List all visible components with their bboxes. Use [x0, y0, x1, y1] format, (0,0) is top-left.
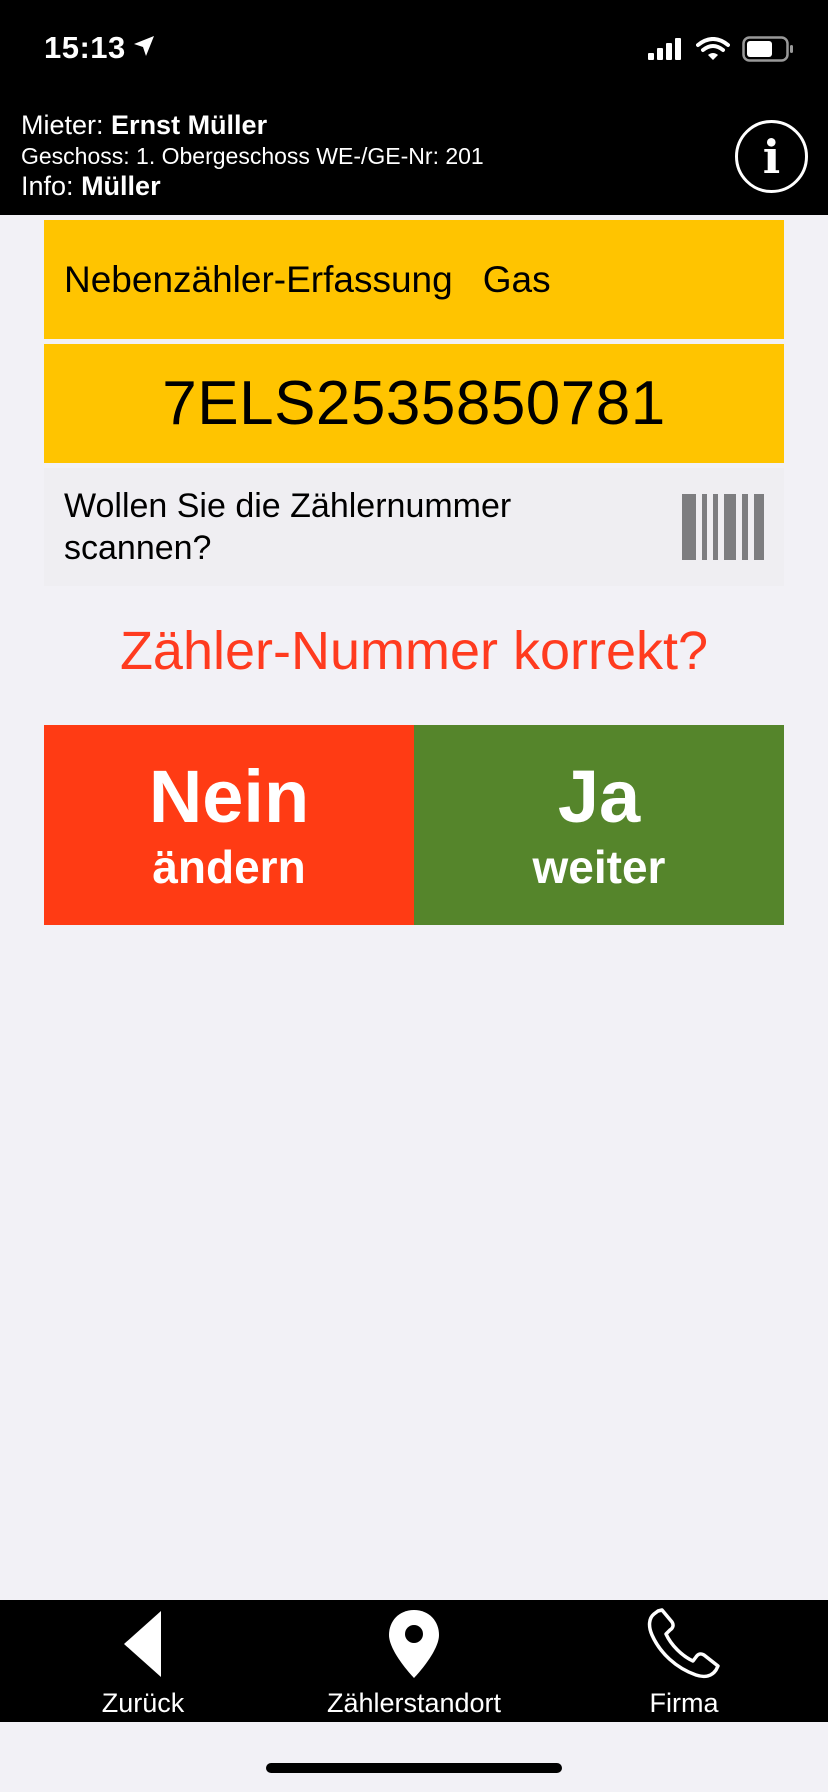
- meter-title: Nebenzähler-Erfassung: [64, 258, 453, 300]
- status-time-group: 15:13: [44, 30, 156, 66]
- signal-icon: [648, 38, 684, 65]
- back-triangle-icon: [121, 1605, 165, 1683]
- tab-company[interactable]: Firma: [546, 1605, 822, 1720]
- scan-prompt-text: Wollen Sie die Zählernummer scannen?: [64, 487, 512, 567]
- battery-icon: [742, 36, 794, 67]
- tenant-label: Mieter:: [21, 110, 104, 140]
- tab-back-label: Zurück: [101, 1688, 185, 1718]
- meter-title-card: Nebenzähler-Erfassung Gas: [44, 220, 784, 339]
- yes-continue-button[interactable]: Ja weiter: [414, 725, 784, 925]
- info-value: Müller: [81, 171, 161, 201]
- home-indicator[interactable]: [266, 1763, 562, 1773]
- tab-back[interactable]: Zurück: [5, 1605, 281, 1720]
- question-text: Zähler-Nummer korrekt?: [119, 621, 709, 681]
- map-pin-icon: [387, 1605, 441, 1683]
- status-icons: [648, 36, 794, 67]
- meter-type: Gas: [482, 258, 551, 300]
- yes-button-sublabel: weiter: [532, 841, 666, 893]
- info-label: Info:: [21, 171, 74, 201]
- no-change-button[interactable]: Nein ändern: [44, 725, 414, 925]
- wifi-icon: [696, 37, 730, 66]
- no-button-sublabel: ändern: [152, 841, 306, 893]
- yes-button-label: Ja: [557, 755, 641, 838]
- meter-number-card: 7ELS2535850781: [44, 344, 784, 463]
- tab-meter-location[interactable]: Zählerstandort: [276, 1605, 552, 1720]
- tab-company-label: Firma: [649, 1688, 719, 1718]
- floor-line: Geschoss: 1. Obergeschoss WE-/GE-Nr: 201: [21, 143, 484, 169]
- location-arrow-icon: [132, 30, 156, 66]
- no-button-label: Nein: [148, 755, 310, 838]
- info-line: Info: Müller: [21, 171, 161, 202]
- status-time: 15:13: [44, 30, 126, 65]
- info-icon: i: [762, 129, 781, 184]
- tab-meter-location-label: Zählerstandort: [326, 1688, 502, 1718]
- info-button[interactable]: i: [735, 120, 808, 193]
- barcode-icon[interactable]: [682, 494, 764, 560]
- scan-prompt-row[interactable]: Wollen Sie die Zählernummer scannen?: [44, 468, 784, 586]
- meter-number: 7ELS2535850781: [162, 369, 666, 438]
- tenant-line: Mieter: Ernst Müller: [21, 110, 267, 141]
- phone-icon: [646, 1605, 722, 1683]
- tenant-name: Ernst Müller: [111, 110, 268, 140]
